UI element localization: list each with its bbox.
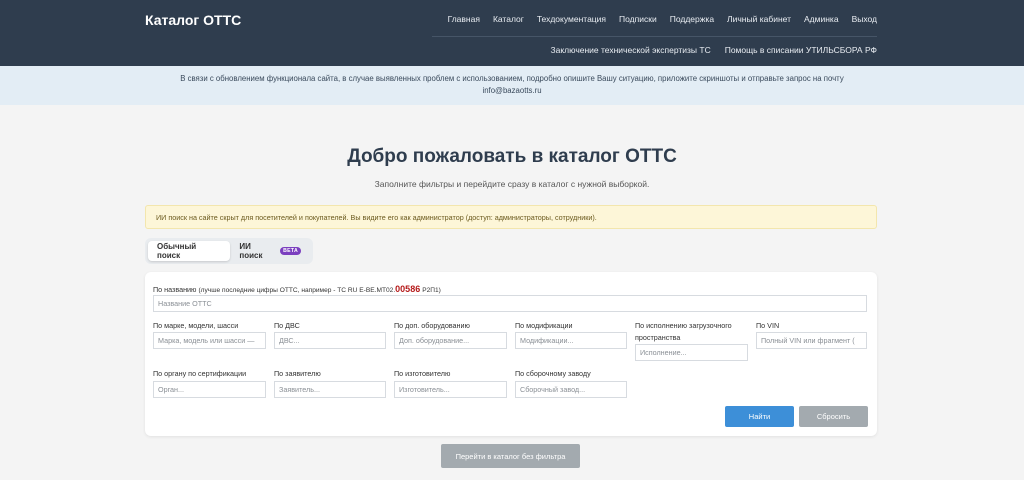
nav-link-expertise[interactable]: Заключение технической экспертизы ТС (551, 45, 711, 55)
admin-alert: ИИ поиск на сайте скрыт для посетителей … (145, 205, 877, 229)
page-subtitle: Заполните фильтры и перейдите сразу в ка… (374, 179, 650, 189)
manufacturer-label: По изготовителю (394, 369, 451, 378)
modification-label: По модификации (515, 321, 573, 330)
nav-link-account[interactable]: Личный кабинет (727, 14, 791, 24)
page-title: Добро пожаловать в каталог ОТТС (347, 146, 677, 167)
notice-email[interactable]: info@bazaotts.ru (0, 85, 1024, 97)
name-label-highlight: 00586 (395, 284, 421, 294)
go-to-catalog-button[interactable]: Перейти в каталог без фильтра (441, 444, 580, 468)
plant-input[interactable] (515, 381, 627, 398)
tab-ai-search[interactable]: ИИ поиск BETA (230, 241, 310, 261)
name-input[interactable] (153, 295, 867, 312)
tab-ai-label: ИИ поиск (239, 242, 263, 260)
sub-nav: Заключение технической экспертизы ТС Пом… (551, 45, 878, 55)
manufacturer-input[interactable] (394, 381, 507, 398)
name-label-hint: (лучше последние цифры ОТТС, например - … (198, 287, 396, 294)
nav-link-logout[interactable]: Выход (852, 14, 877, 24)
engine-label: По ДВС (274, 321, 300, 330)
cert-body-label: По органу по сертификации (153, 369, 247, 378)
applicant-input[interactable] (274, 381, 386, 398)
search-tabs: Обычный поиск ИИ поиск BETA (145, 238, 313, 264)
cert-body-input[interactable] (153, 381, 266, 398)
engine-input[interactable] (274, 332, 386, 349)
name-label-suffix: Р2П1) (422, 287, 441, 294)
vin-input[interactable] (756, 332, 867, 349)
nav-link-home[interactable]: Главная (448, 14, 480, 24)
brand-input[interactable] (153, 332, 266, 349)
vin-label: По VIN (756, 321, 780, 330)
find-button[interactable]: Найти (725, 406, 794, 427)
nav-link-subscriptions[interactable]: Подписки (619, 14, 657, 24)
equipment-input[interactable] (394, 332, 507, 349)
info-notice: В связи с обновлением функционала сайта,… (0, 66, 1024, 105)
reset-button[interactable]: Сбросить (799, 406, 868, 427)
cargo-label-1: По исполнению загрузочного (635, 321, 732, 330)
cargo-label-2: пространства (635, 333, 681, 342)
cargo-input[interactable] (635, 344, 748, 361)
applicant-label: По заявителю (274, 369, 321, 378)
plant-label: По сборочному заводу (515, 369, 591, 378)
filter-form: По названию (лучше последние цифры ОТТС,… (145, 272, 877, 436)
modification-input[interactable] (515, 332, 627, 349)
nav-link-support[interactable]: Поддержка (670, 14, 714, 24)
name-filter-label: По названию (лучше последние цифры ОТТС,… (153, 284, 441, 294)
brand-label: По марке, модели, шасси (153, 321, 239, 330)
beta-badge: BETA (280, 247, 301, 255)
equipment-label: По доп. оборудованию (394, 321, 470, 330)
main-nav: Главная Каталог Техдокументация Подписки… (448, 14, 877, 24)
top-navbar: Каталог ОТТС Главная Каталог Техдокумент… (0, 0, 1024, 66)
nav-link-catalog[interactable]: Каталог (493, 14, 524, 24)
nav-link-recycling-fee[interactable]: Помощь в списании УТИЛЬСБОРА РФ (725, 45, 877, 55)
tab-regular-label: Обычный поиск (157, 242, 197, 260)
brand-logo[interactable]: Каталог ОТТС (145, 12, 241, 28)
nav-link-admin[interactable]: Админка (804, 14, 839, 24)
name-label-prefix: По названию (153, 285, 197, 294)
nav-divider (432, 36, 877, 37)
nav-link-techdocs[interactable]: Техдокументация (537, 14, 606, 24)
tab-regular-search[interactable]: Обычный поиск (148, 241, 231, 261)
notice-text: В связи с обновлением функционала сайта,… (180, 74, 844, 83)
